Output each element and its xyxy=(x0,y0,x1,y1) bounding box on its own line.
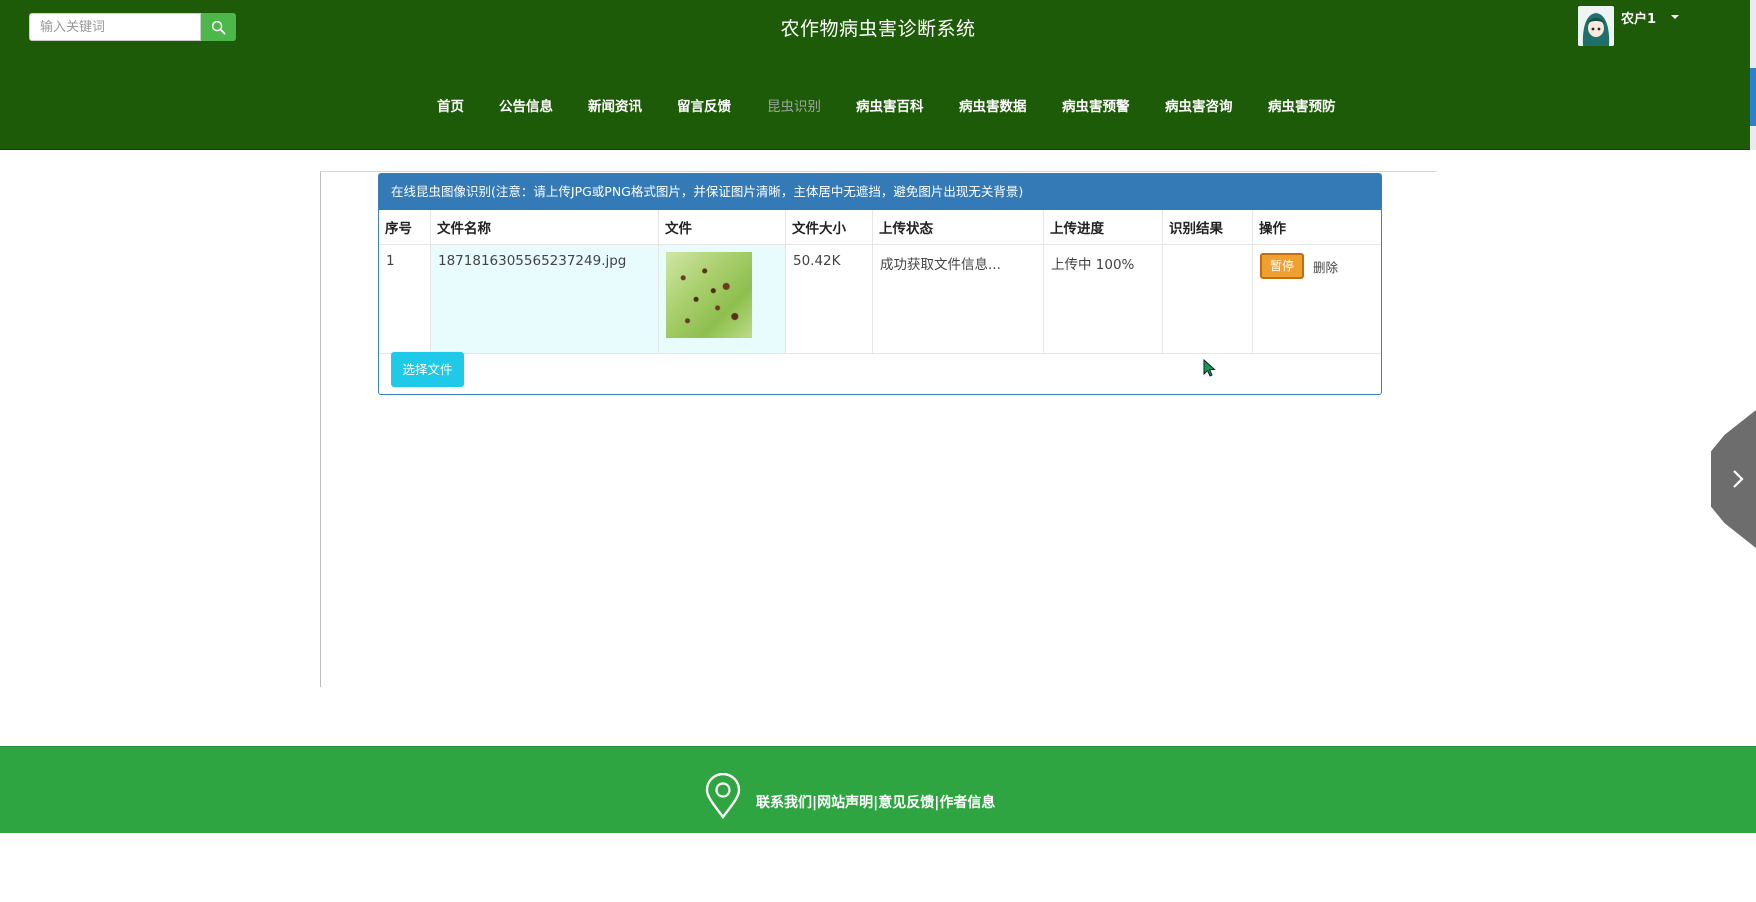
table-row: 1 1871816305565237249.jpg 50.42K 成功获取文件信… xyxy=(379,244,1381,354)
nav-item-pest-consultation[interactable]: 病虫害咨询 xyxy=(1165,95,1233,115)
nav-item-insect-recognition[interactable]: 昆虫识别 xyxy=(767,95,821,115)
chevron-right-icon xyxy=(1732,470,1744,488)
footer-links[interactable]: 联系我们|网站声明|意见反馈|作者信息 xyxy=(756,792,995,812)
cell-file-preview xyxy=(658,244,786,354)
cell-file-size: 50.42K xyxy=(785,244,873,354)
file-thumbnail xyxy=(666,252,752,338)
column-header-file: 文件 xyxy=(658,210,786,245)
site-footer: 联系我们|网站声明|意见反馈|作者信息 xyxy=(0,746,1756,833)
file-table: 序号 文件名称 文件 文件大小 上传状态 上传进度 识别结果 操作 1 1871… xyxy=(379,210,1381,354)
column-header-upload-status: 上传状态 xyxy=(872,210,1044,245)
column-header-file-size: 文件大小 xyxy=(785,210,873,245)
nav-item-pest-warning[interactable]: 病虫害预警 xyxy=(1062,95,1130,115)
column-header-actions: 操作 xyxy=(1252,210,1381,245)
scrollbar-thumb[interactable] xyxy=(1750,68,1756,126)
pause-button[interactable]: 暂停 xyxy=(1260,253,1304,279)
column-header-upload-progress: 上传进度 xyxy=(1043,210,1163,245)
cell-file-name: 1871816305565237249.jpg xyxy=(430,244,659,354)
avatar-image-icon xyxy=(1578,6,1614,46)
select-file-button[interactable]: 选择文件 xyxy=(391,352,464,387)
delete-button[interactable]: 删除 xyxy=(1313,257,1338,276)
upload-panel: 在线昆虫图像识别(注意：请上传JPG或PNG格式图片，并保证图片清晰，主体居中无… xyxy=(378,173,1382,395)
chevron-down-icon[interactable] xyxy=(1671,15,1679,19)
site-title: 农作物病虫害诊断系统 xyxy=(780,18,976,40)
avatar[interactable] xyxy=(1578,6,1614,46)
cell-upload-status: 成功获取文件信息... xyxy=(872,244,1044,354)
username[interactable]: 农户1 xyxy=(1621,8,1656,27)
main-nav: 首页 公告信息 新闻资讯 留言反馈 昆虫识别 病虫害百科 病虫害数据 病虫害预警… xyxy=(0,95,1756,115)
mouse-cursor-icon xyxy=(1203,359,1216,377)
location-pin-icon xyxy=(705,773,741,819)
cell-actions: 暂停 删除 xyxy=(1252,244,1381,354)
cell-result xyxy=(1162,244,1253,354)
cell-index: 1 xyxy=(379,244,431,354)
cell-upload-progress: 上传中 100% xyxy=(1043,244,1163,354)
column-header-result: 识别结果 xyxy=(1162,210,1253,245)
nav-item-news[interactable]: 新闻资讯 xyxy=(588,95,642,115)
table-header-row: 序号 文件名称 文件 文件大小 上传状态 上传进度 识别结果 操作 xyxy=(379,210,1381,245)
nav-item-pest-data[interactable]: 病虫害数据 xyxy=(959,95,1027,115)
column-header-index: 序号 xyxy=(379,210,431,245)
nav-item-pest-prevention[interactable]: 病虫害预防 xyxy=(1268,95,1336,115)
nav-item-pest-encyclopedia[interactable]: 病虫害百科 xyxy=(856,95,924,115)
nav-item-announcements[interactable]: 公告信息 xyxy=(499,95,553,115)
site-header: 农作物病虫害诊断系统 农户1 首页 公告信息 新闻资讯 留言反馈 昆虫识别 病虫… xyxy=(0,0,1756,150)
nav-item-home[interactable]: 首页 xyxy=(437,95,464,115)
side-panel-toggle[interactable] xyxy=(1711,410,1756,548)
column-header-file-name: 文件名称 xyxy=(430,210,659,245)
panel-heading: 在线昆虫图像识别(注意：请上传JPG或PNG格式图片，并保证图片清晰，主体居中无… xyxy=(379,174,1381,210)
nav-item-feedback[interactable]: 留言反馈 xyxy=(677,95,731,115)
